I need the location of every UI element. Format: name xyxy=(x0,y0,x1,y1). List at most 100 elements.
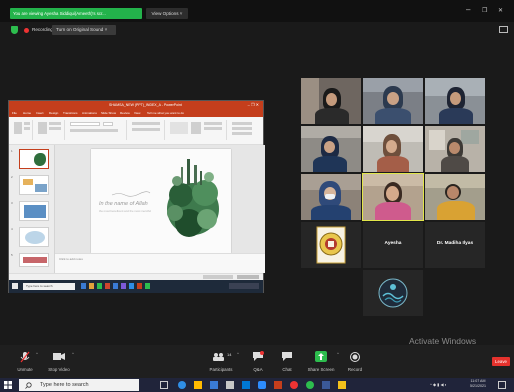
participants-label: Participants xyxy=(209,367,233,372)
ppt-tab-transitions[interactable]: Transitions xyxy=(63,111,78,116)
ppt-tab-home[interactable]: Home xyxy=(23,111,31,116)
share-screen-button[interactable]: Share Screen xyxy=(303,349,339,375)
speaker-notes[interactable]: Click to add notes xyxy=(55,253,265,273)
participant-name: Dr. Madiha Ilyas xyxy=(436,241,474,246)
mini-app-icon xyxy=(113,283,118,289)
whatsapp-icon[interactable] xyxy=(306,381,314,389)
participant-name: Ayesha xyxy=(384,241,402,246)
system-tray-icons[interactable]: ^ ◆ ▮ ◀ ◐ xyxy=(430,381,447,389)
view-options-button[interactable]: View Options ˅ xyxy=(146,8,188,19)
taskbar-search-box[interactable]: Type here to search xyxy=(19,379,139,391)
qa-label: Q&A xyxy=(253,367,263,372)
microphone-muted-icon xyxy=(20,351,30,363)
meeting-toolbar: Unmute ^ Stop Video ^ 14 Participants ^ xyxy=(0,345,514,378)
institute-logo-icon xyxy=(378,278,408,308)
participant-video[interactable] xyxy=(425,126,485,172)
windows-taskbar: Type here to search ^ ◆ ▮ ◀ ◐ 11:07 AM 5… xyxy=(0,378,514,392)
ppt-tab-slideshow[interactable]: Slide Show xyxy=(101,111,116,116)
slide-thumbnail[interactable] xyxy=(19,253,49,267)
current-slide[interactable]: In the name of Allah the most beneficent… xyxy=(91,149,231,253)
participant-video[interactable] xyxy=(301,174,361,220)
zoom-app-icon[interactable] xyxy=(258,381,266,389)
leave-button[interactable]: Leave xyxy=(492,357,510,366)
participant-tile-madiha[interactable]: Dr. Madiha Ilyas xyxy=(425,222,485,268)
ppt-tab-file[interactable]: File xyxy=(12,111,17,116)
windows-start-icon[interactable] xyxy=(4,381,12,389)
slide-thumbnail[interactable] xyxy=(19,227,49,247)
plant-globe-image xyxy=(167,159,219,237)
ppt-tell-me[interactable]: Tell me what you want to do xyxy=(147,111,184,116)
app-icon[interactable] xyxy=(226,381,234,389)
zoom-meeting-window: You are viewing Ayesha Siddiqui(Ameeth)'… xyxy=(0,0,514,392)
slide-subtitle-text: the most beneficent and the most mercifu… xyxy=(99,209,151,213)
ribbon-group-slides xyxy=(35,120,65,140)
thumb-number: 1 xyxy=(11,149,13,153)
taskbar-search-placeholder: Type here to search xyxy=(40,382,89,388)
mail-icon[interactable] xyxy=(242,381,250,389)
mini-search-box: Type here to search xyxy=(23,283,75,290)
record-icon xyxy=(350,352,360,362)
notification-icon[interactable] xyxy=(498,381,506,389)
participant-video[interactable] xyxy=(425,174,485,220)
ppt-window-controls: – ❐ ✕ xyxy=(247,102,259,107)
thumb-number: 4 xyxy=(11,227,13,231)
powerpoint-icon[interactable] xyxy=(274,381,282,389)
participant-video[interactable] xyxy=(363,126,423,172)
restore-button[interactable]: ❐ xyxy=(482,6,487,16)
stop-video-label: Stop Video xyxy=(48,367,70,372)
mini-app-icon xyxy=(121,283,126,289)
ppt-status-bar xyxy=(9,273,263,280)
edge-browser-icon[interactable] xyxy=(178,381,186,389)
recording-label: Recording xyxy=(32,27,53,32)
store-icon[interactable] xyxy=(210,381,218,389)
video-options-caret[interactable]: ^ xyxy=(72,351,74,356)
file-explorer-icon[interactable] xyxy=(194,381,202,389)
participant-video[interactable] xyxy=(301,126,361,172)
participant-video-active-speaker[interactable] xyxy=(362,173,424,221)
ppt-ribbon xyxy=(9,117,263,145)
ribbon-group-editing xyxy=(229,120,261,140)
recording-dot-icon xyxy=(24,28,29,33)
record-button[interactable]: Record xyxy=(340,349,370,375)
chrome-icon[interactable] xyxy=(290,381,298,389)
slide-thumbnail[interactable] xyxy=(19,149,49,169)
ppt-tab-review[interactable]: Review xyxy=(120,111,130,116)
participant-tile-logo[interactable] xyxy=(301,222,361,268)
ppt-tab-view[interactable]: View xyxy=(134,111,140,116)
stop-video-button[interactable]: Stop Video xyxy=(44,349,74,375)
chat-button[interactable]: Chat xyxy=(272,349,302,375)
shared-screen: SHAMSA_NEW (PPT)_INDEX_A - PowerPoint – … xyxy=(8,100,265,293)
participants-caret[interactable]: ^ xyxy=(237,351,239,356)
mini-start-icon xyxy=(12,283,18,289)
taskbar-clock[interactable]: 11:07 AM 5/21/2021 xyxy=(470,379,486,389)
participant-tile-ayesha[interactable]: Ayesha xyxy=(363,222,423,268)
qa-button[interactable]: Q&A xyxy=(243,349,273,375)
task-view-icon[interactable] xyxy=(160,381,168,389)
ppt-tab-animations[interactable]: Animations xyxy=(82,111,97,116)
app-icon[interactable] xyxy=(322,381,330,389)
participant-tile-logo[interactable] xyxy=(363,270,423,316)
gallery-view-icon[interactable] xyxy=(499,26,508,33)
slide-thumbnail[interactable] xyxy=(19,175,49,195)
share-options-caret[interactable]: ^ xyxy=(337,351,339,356)
sticky-notes-icon[interactable] xyxy=(338,381,346,389)
top-bar: You are viewing Ayesha Siddiqui(Ameeth)'… xyxy=(0,0,514,22)
close-button[interactable]: ✕ xyxy=(498,6,503,16)
participant-video[interactable] xyxy=(363,78,423,124)
ppt-tab-insert[interactable]: Insert xyxy=(36,111,44,116)
slide-title-text: In the name of Allah xyxy=(99,201,148,207)
share-screen-icon xyxy=(315,351,327,362)
original-sound-button[interactable]: Turn on Original Sound ˅ xyxy=(52,25,116,35)
participants-button[interactable]: 14 Participants xyxy=(204,349,238,375)
security-shield-icon[interactable] xyxy=(11,26,18,34)
share-screen-label: Share Screen xyxy=(307,367,335,372)
minimize-button[interactable]: – xyxy=(466,5,470,15)
participant-video[interactable] xyxy=(425,78,485,124)
ribbon-group-paragraph xyxy=(129,120,165,140)
participant-video[interactable] xyxy=(301,78,361,124)
ppt-tab-design[interactable]: Design xyxy=(49,111,58,116)
audio-options-caret[interactable]: ^ xyxy=(36,351,38,356)
mini-app-icon xyxy=(105,283,110,289)
slide-thumbnail-panel: 1 2 3 4 5 xyxy=(9,145,55,273)
slide-thumbnail[interactable] xyxy=(19,201,49,221)
